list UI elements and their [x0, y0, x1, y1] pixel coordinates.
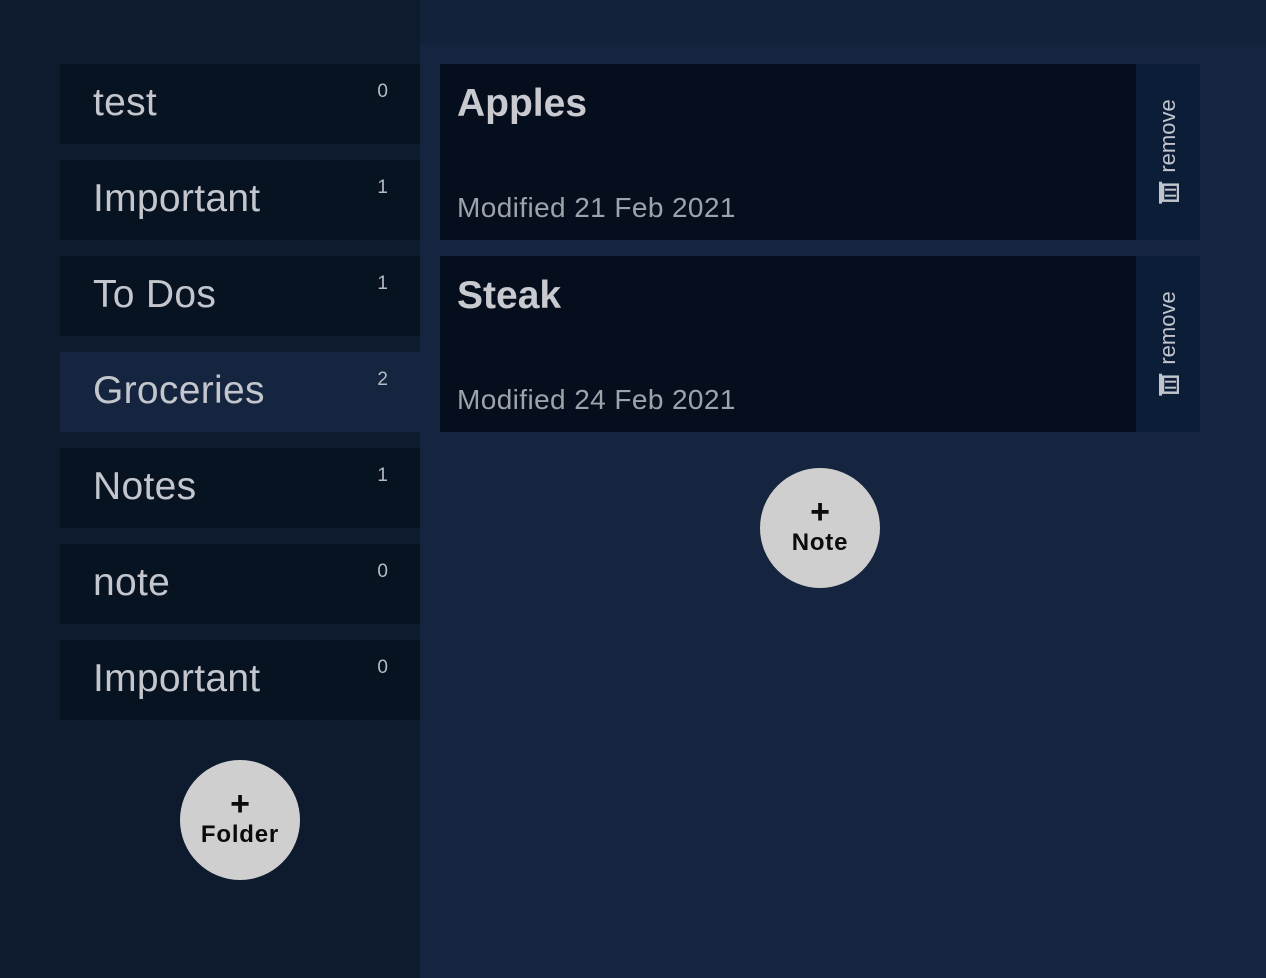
remove-note-button[interactable]: remove: [1136, 64, 1200, 240]
add-note-button[interactable]: + Note: [760, 468, 880, 588]
note-title: Apples: [457, 82, 588, 125]
note-open-area[interactable]: Steak Modified 24 Feb 2021: [440, 256, 1136, 432]
folder-name: test: [93, 81, 158, 124]
app-root: test 0 Important 1 To Dos 1 Groceries 2 …: [0, 0, 1266, 978]
note-open-area[interactable]: Apples Modified 21 Feb 2021: [440, 64, 1136, 240]
folder-note-count: 1: [377, 273, 388, 294]
note-modified-date: Modified 24 Feb 2021: [457, 384, 736, 415]
trash-icon: [1159, 181, 1179, 204]
add-folder-button[interactable]: + Folder: [180, 760, 300, 880]
plus-icon: +: [230, 785, 250, 823]
folder-item-to-dos[interactable]: To Dos 1: [60, 256, 420, 336]
note-card: Apples Modified 21 Feb 2021 remove: [440, 64, 1200, 240]
folder-name: Important: [93, 177, 261, 220]
folder-note-count: 1: [377, 465, 388, 486]
note-card: Steak Modified 24 Feb 2021 remove: [440, 256, 1200, 432]
plus-icon: +: [810, 493, 830, 531]
folder-name: Groceries: [93, 369, 265, 412]
folder-list: test 0 Important 1 To Dos 1 Groceries 2 …: [60, 64, 420, 736]
note-title: Steak: [457, 274, 562, 317]
remove-label: remove: [1155, 99, 1180, 173]
folder-name: note: [93, 561, 171, 604]
remove-label: remove: [1155, 291, 1180, 365]
folder-note-count: 0: [377, 81, 388, 102]
folder-note-count: 2: [377, 369, 388, 390]
folder-note-count: 0: [377, 657, 388, 678]
folder-item-note[interactable]: note 0: [60, 544, 420, 624]
folder-name: To Dos: [93, 273, 217, 316]
remove-note-button[interactable]: remove: [1136, 256, 1200, 432]
note-modified-date: Modified 21 Feb 2021: [457, 192, 736, 223]
folder-item-notes[interactable]: Notes 1: [60, 448, 420, 528]
folder-note-count: 0: [377, 561, 388, 582]
folder-item-test[interactable]: test 0: [60, 64, 420, 144]
folder-name: Important: [93, 657, 261, 700]
folder-item-important[interactable]: Important 1: [60, 160, 420, 240]
trash-icon: [1159, 373, 1179, 396]
add-note-label: Note: [791, 529, 849, 556]
note-list: Apples Modified 21 Feb 2021 remove Steak: [440, 64, 1200, 448]
folder-item-important-2[interactable]: Important 0: [60, 640, 420, 720]
notes-top-bar: [420, 0, 1266, 44]
folder-item-groceries[interactable]: Groceries 2: [60, 352, 420, 432]
add-folder-label: Folder: [200, 821, 280, 848]
folder-note-count: 1: [377, 177, 388, 198]
folder-name: Notes: [93, 465, 197, 508]
